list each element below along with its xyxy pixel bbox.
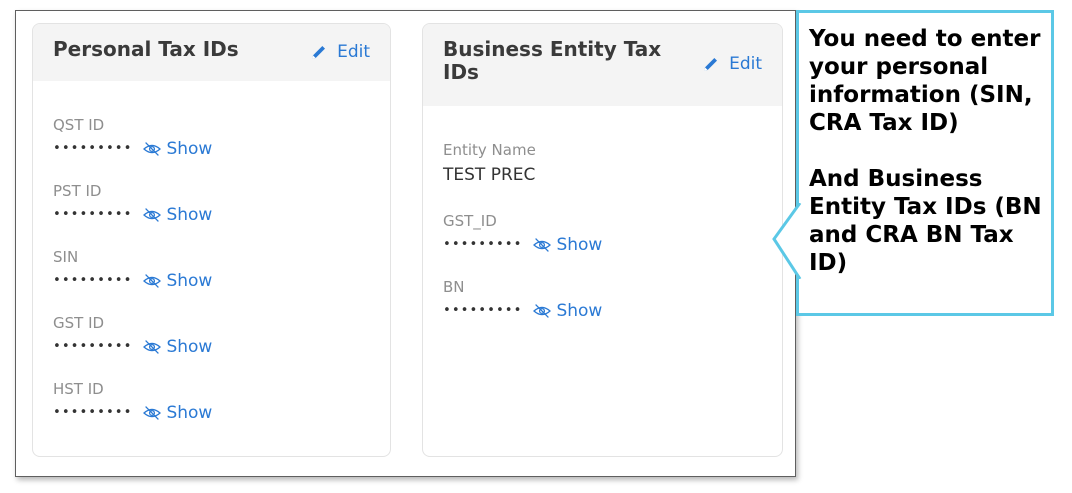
personal-edit-label: Edit [337,42,370,62]
show-label: Show [166,337,213,357]
personal-edit-button[interactable]: Edit [309,42,370,62]
business-card-header: Business Entity Tax IDs Edit [423,24,782,106]
show-gst-id-button[interactable]: Show [532,235,602,255]
field-entity-name: Entity Name TEST PREC [443,140,536,187]
field-label: BN [443,278,465,296]
masked-value: ••••••••• [443,237,523,252]
personal-card-header: Personal Tax IDs Edit [33,24,390,81]
show-label: Show [166,205,213,225]
eye-slash-icon [533,304,552,318]
show-label: Show [166,271,213,291]
masked-value: ••••••••• [53,339,133,354]
show-label: Show [556,301,603,321]
masked-value: ••••••••• [53,273,133,288]
business-entity-tax-ids-card: Business Entity Tax IDs Edit Entity Name… [422,23,783,457]
show-label: Show [166,403,213,423]
personal-card-title: Personal Tax IDs [53,37,239,61]
field-label: HST ID [53,380,104,398]
eye-slash-icon [143,208,162,222]
field-label: GST_ID [443,212,497,230]
eye-slash-icon [143,340,162,354]
field-label: GST ID [53,314,105,332]
pencil-icon [704,58,718,71]
masked-value: ••••••••• [53,207,133,222]
show-sin-button[interactable]: Show [142,271,212,291]
eye-slash-icon [533,238,552,252]
field-label: QST ID [53,116,105,134]
field-qst-id: QST ID ••••••••• Show [53,115,212,159]
show-label: Show [166,139,213,159]
personal-tax-ids-card: Personal Tax IDs Edit QST ID ••••••••• S… [32,23,391,457]
field-gst-id: GST ID ••••••••• Show [53,313,212,357]
callout-pointer [772,203,802,279]
show-hst-id-button[interactable]: Show [142,403,212,423]
business-card-title: Business Entity Tax IDs [443,37,662,84]
show-bn-button[interactable]: Show [532,301,602,321]
field-pst-id: PST ID ••••••••• Show [53,181,212,225]
field-label: PST ID [53,182,102,200]
pencil-icon [312,46,326,59]
field-label: Entity Name [443,141,536,159]
masked-value: ••••••••• [53,141,133,156]
show-gst-id-button[interactable]: Show [142,337,212,357]
callout-paragraph-1: You need to enter your personal informat… [809,26,1041,136]
show-label: Show [556,235,603,255]
business-edit-button[interactable]: Edit [701,54,762,74]
eye-slash-icon [143,142,162,156]
eye-slash-icon [143,406,162,420]
field-gst-id: GST_ID ••••••••• Show [443,211,602,255]
entity-name-value: TEST PREC [443,165,536,185]
callout-paragraph-2: And Business Entity Tax IDs (BN and CRA … [809,166,1042,276]
show-qst-id-button[interactable]: Show [142,139,212,159]
callout-box: You need to enter your personal informat… [796,10,1054,316]
show-pst-id-button[interactable]: Show [142,205,212,225]
masked-value: ••••••••• [443,303,523,318]
eye-slash-icon [143,274,162,288]
business-edit-label: Edit [729,54,762,74]
field-bn: BN ••••••••• Show [443,277,602,321]
field-hst-id: HST ID ••••••••• Show [53,379,212,423]
field-sin: SIN ••••••••• Show [53,247,212,291]
screenshot-frame: Personal Tax IDs Edit QST ID ••••••••• S… [15,10,796,477]
field-label: SIN [53,248,79,266]
masked-value: ••••••••• [53,405,133,420]
